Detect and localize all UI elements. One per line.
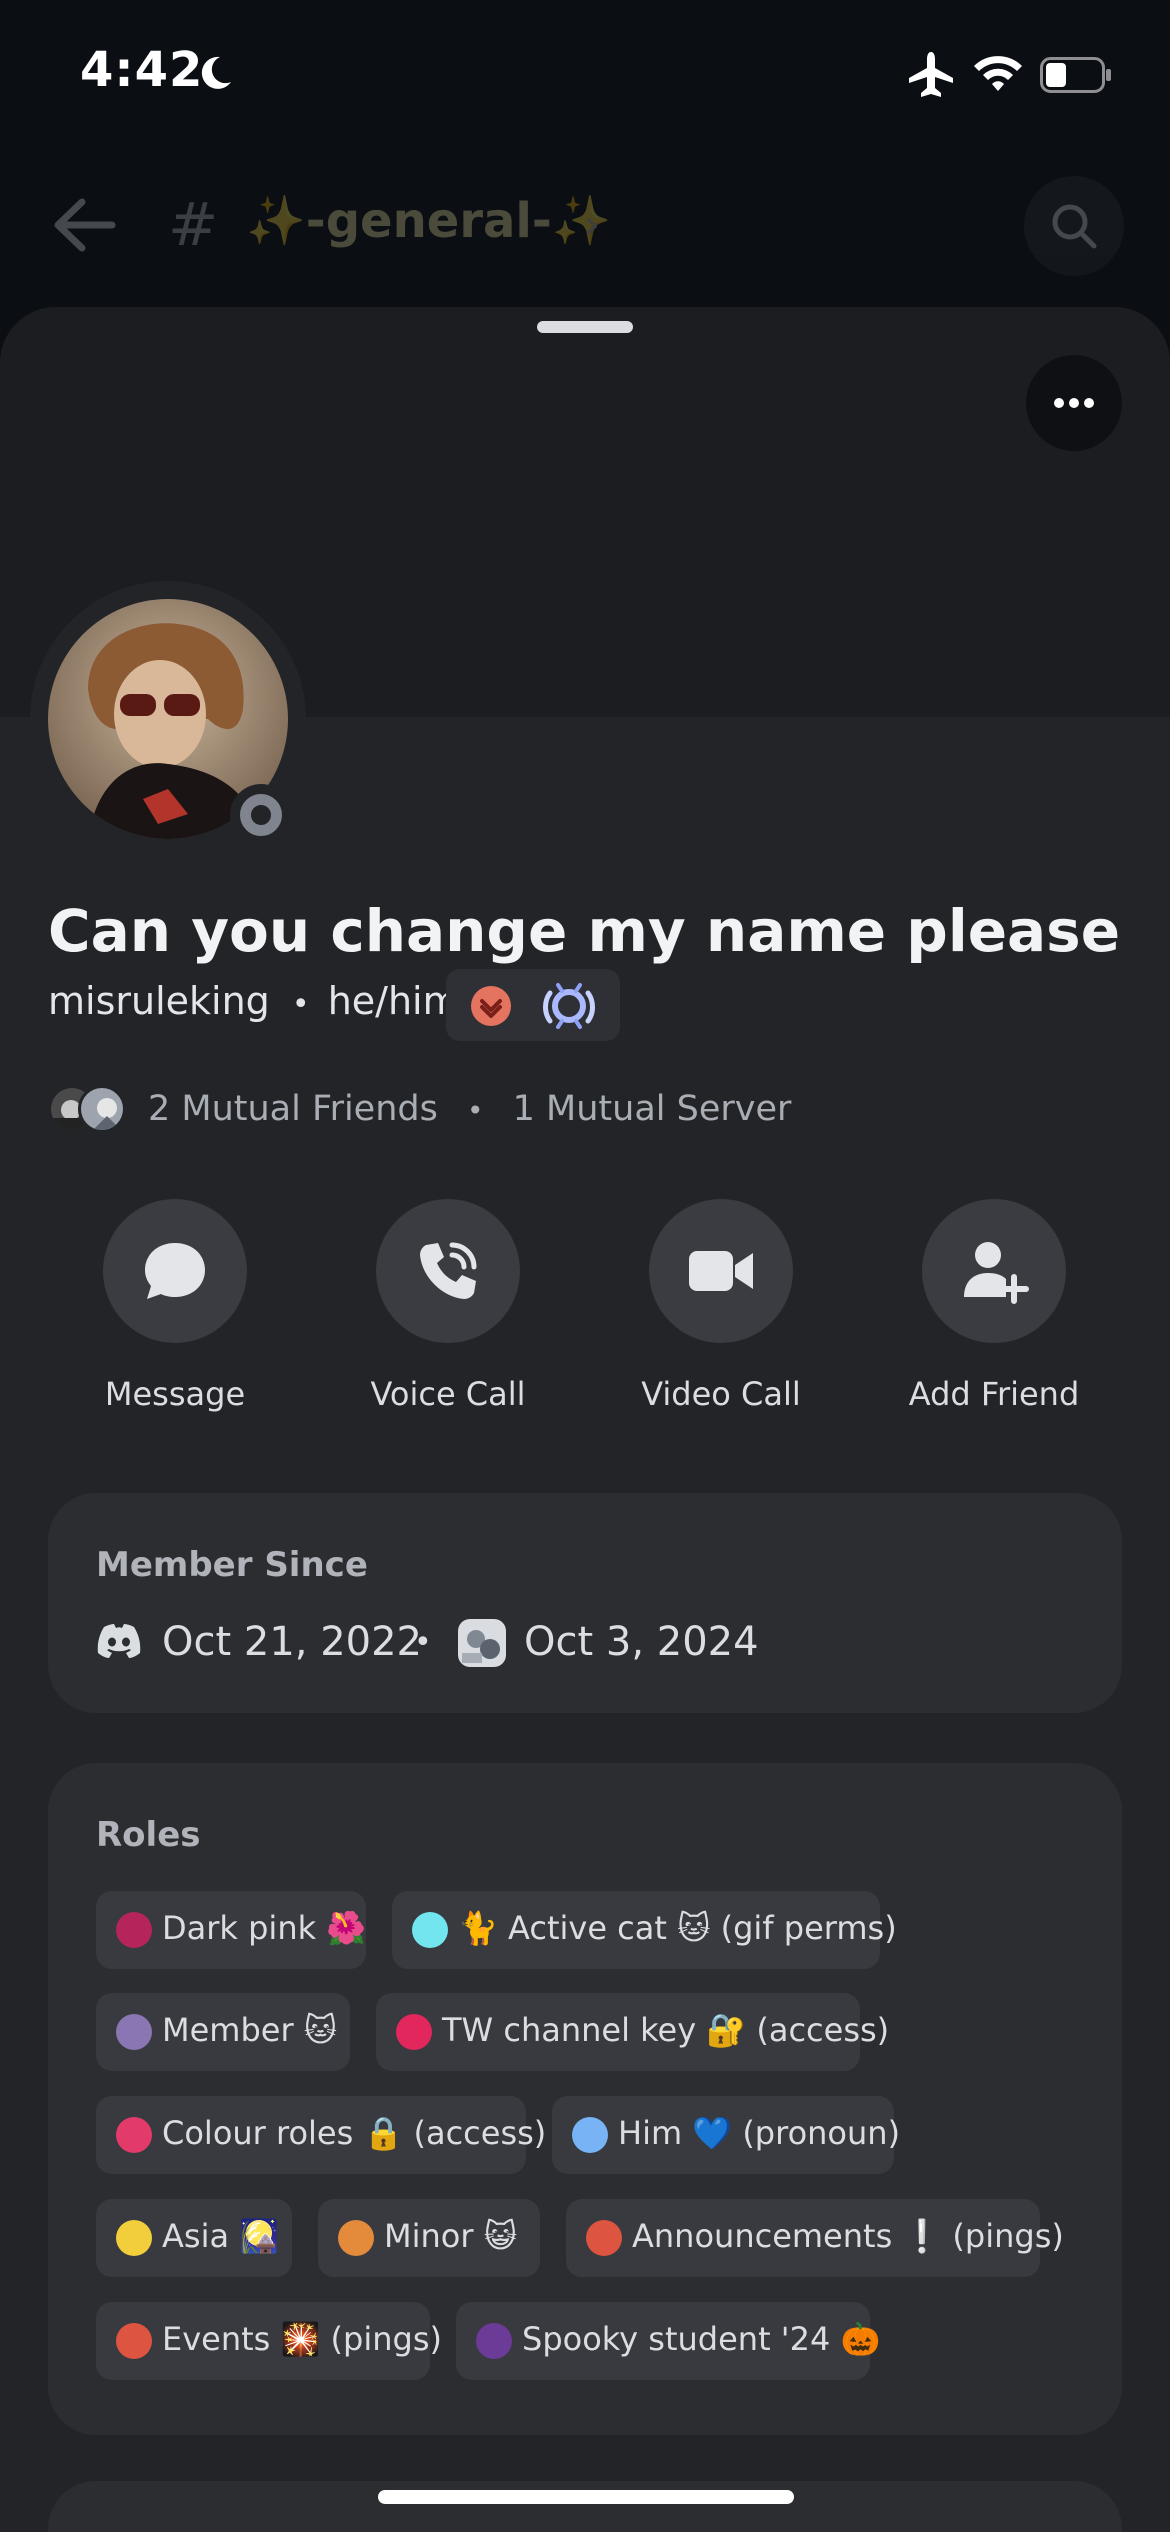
role-label: 🐈 Active cat 🐱 (gif perms) bbox=[458, 1909, 897, 1947]
discord-logo-icon bbox=[97, 1624, 141, 1658]
badge-list[interactable] bbox=[446, 969, 620, 1041]
status-time: 4:42 bbox=[80, 42, 204, 98]
role-color-dot bbox=[396, 2014, 432, 2050]
role-color-dot bbox=[116, 2323, 152, 2359]
mutual-text: 2 Mutual Friends • 1 Mutual Server bbox=[148, 1089, 791, 1129]
role-chip[interactable]: Announcements ❕ (pings) bbox=[566, 2199, 1064, 2277]
role-label: Events 🎇 (pings) bbox=[162, 2320, 442, 2358]
server-member-since-date: Oct 3, 2024 bbox=[524, 1619, 759, 1665]
member-since-title: Member Since bbox=[96, 1545, 368, 1585]
mutual-friends-link[interactable]: 2 Mutual Friends bbox=[148, 1089, 438, 1129]
mutual-servers-link[interactable]: 1 Mutual Server bbox=[513, 1089, 792, 1129]
role-color-dot bbox=[116, 2014, 152, 2050]
profile-sheet: Can you change my name please misrulekin… bbox=[0, 307, 1170, 2532]
role-chip[interactable]: Colour roles 🔒 (access) bbox=[96, 2096, 546, 2174]
message-button[interactable]: Message bbox=[55, 1199, 295, 1419]
video-call-button[interactable]: Video Call bbox=[601, 1199, 841, 1419]
role-chip[interactable]: Dark pink 🌺 bbox=[96, 1891, 366, 1969]
role-chip[interactable]: TW channel key 🔐 (access) bbox=[376, 1993, 889, 2071]
role-color-dot bbox=[412, 1912, 448, 1948]
role-label: Him 💙 (pronoun) bbox=[618, 2114, 901, 2152]
voice-call-button-circle[interactable] bbox=[376, 1199, 520, 1343]
role-label: Colour roles 🔒 (access) bbox=[162, 2114, 547, 2152]
chat-bubble-icon bbox=[145, 1243, 205, 1299]
guild-tag-badge-icon[interactable] bbox=[470, 985, 512, 1027]
wifi-icon bbox=[974, 56, 1022, 91]
role-color-dot bbox=[476, 2323, 512, 2359]
more-dot-icon bbox=[1084, 398, 1094, 408]
chevron-right-icon: › bbox=[584, 202, 600, 248]
mutual-friend-avatar bbox=[78, 1085, 126, 1133]
role-chip[interactable]: Member 🐱 bbox=[96, 1993, 350, 2071]
role-chip[interactable]: Spooky student '24 🎃 bbox=[456, 2302, 880, 2380]
more-dot-icon bbox=[1069, 398, 1079, 408]
more-dot-icon bbox=[1054, 398, 1064, 408]
video-call-label: Video Call bbox=[641, 1375, 801, 1413]
status-offline-indicator bbox=[230, 784, 292, 846]
add-friend-button-circle[interactable] bbox=[922, 1199, 1066, 1343]
role-label: Announcements ❕ (pings) bbox=[632, 2217, 1064, 2255]
separator-dot: • bbox=[291, 987, 310, 1022]
roles-card: Roles Dark pink 🌺 🐈 Active cat 🐱 (gif pe… bbox=[48, 1763, 1122, 2435]
mutuals-row[interactable]: 2 Mutual Friends • 1 Mutual Server bbox=[48, 1079, 1048, 1135]
back-arrow-icon[interactable] bbox=[52, 198, 116, 252]
phone-icon bbox=[420, 1242, 477, 1299]
server-icon bbox=[458, 1619, 506, 1667]
role-color-dot bbox=[586, 2220, 622, 2256]
username[interactable]: misruleking bbox=[48, 979, 270, 1023]
add-friend-icon bbox=[964, 1242, 1029, 1304]
role-chip[interactable]: Him 💙 (pronoun) bbox=[552, 2096, 900, 2174]
voice-call-label: Voice Call bbox=[370, 1375, 526, 1413]
discord-member-since-date: Oct 21, 2022 bbox=[162, 1619, 422, 1665]
drag-handle[interactable] bbox=[537, 321, 633, 333]
role-label: Asia 🎑 bbox=[162, 2217, 280, 2255]
role-color-dot bbox=[338, 2220, 374, 2256]
add-friend-button[interactable]: Add Friend bbox=[874, 1199, 1114, 1419]
role-color-dot bbox=[116, 2220, 152, 2256]
video-camera-icon bbox=[689, 1251, 753, 1291]
role-chip[interactable]: 🐈 Active cat 🐱 (gif perms) bbox=[392, 1891, 897, 1969]
member-since-row: Oct 21, 2022 • Oct 3, 2024 bbox=[96, 1613, 1096, 1673]
role-color-dot bbox=[116, 2117, 152, 2153]
mutual-separator: • bbox=[466, 1094, 484, 1127]
channel-name[interactable]: ✨-general-✨ bbox=[246, 192, 612, 249]
battery-icon bbox=[1040, 57, 1111, 93]
search-button[interactable] bbox=[1024, 176, 1124, 276]
add-friend-label: Add Friend bbox=[908, 1375, 1080, 1413]
member-since-card: Member Since Oct 21, 2022 • Oct 3, 2024 bbox=[48, 1493, 1122, 1713]
role-label: Spooky student '24 🎃 bbox=[522, 2320, 881, 2358]
role-chip[interactable]: Events 🎇 (pings) bbox=[96, 2302, 442, 2380]
message-button-circle[interactable] bbox=[103, 1199, 247, 1343]
action-buttons: Message Voice Call Video Call Add Friend bbox=[0, 1199, 1170, 1419]
role-chip[interactable]: Asia 🎑 bbox=[96, 2199, 292, 2277]
channel-hash-icon: # bbox=[168, 190, 219, 260]
airplane-icon bbox=[909, 52, 953, 97]
member-since-dot: • bbox=[414, 1625, 432, 1660]
role-chip[interactable]: Minor 😺 bbox=[318, 2199, 540, 2277]
moon-icon bbox=[201, 56, 231, 89]
role-label: Minor 😺 bbox=[384, 2217, 518, 2255]
quest-badge-icon[interactable] bbox=[540, 981, 598, 1031]
role-label: Dark pink 🌺 bbox=[162, 1909, 367, 1947]
voice-call-button[interactable]: Voice Call bbox=[328, 1199, 568, 1419]
roles-title: Roles bbox=[96, 1815, 201, 1855]
pronouns: he/him bbox=[327, 979, 460, 1023]
message-label: Message bbox=[104, 1375, 246, 1413]
more-options-button[interactable] bbox=[1026, 355, 1122, 451]
home-indicator[interactable] bbox=[378, 2490, 794, 2504]
role-color-dot bbox=[116, 1912, 152, 1948]
video-call-button-circle[interactable] bbox=[649, 1199, 793, 1343]
channel-header: # ✨-general-✨ › bbox=[0, 150, 1170, 300]
user-line: misruleking • he/him bbox=[48, 979, 460, 1023]
search-icon bbox=[1052, 204, 1097, 249]
next-card bbox=[48, 2481, 1122, 2532]
display-name: Can you change my name please bbox=[48, 897, 1121, 965]
status-bar: 4:42 bbox=[0, 0, 1170, 150]
role-color-dot bbox=[572, 2117, 608, 2153]
role-label: Member 🐱 bbox=[162, 2011, 338, 2049]
role-label: TW channel key 🔐 (access) bbox=[442, 2011, 890, 2049]
